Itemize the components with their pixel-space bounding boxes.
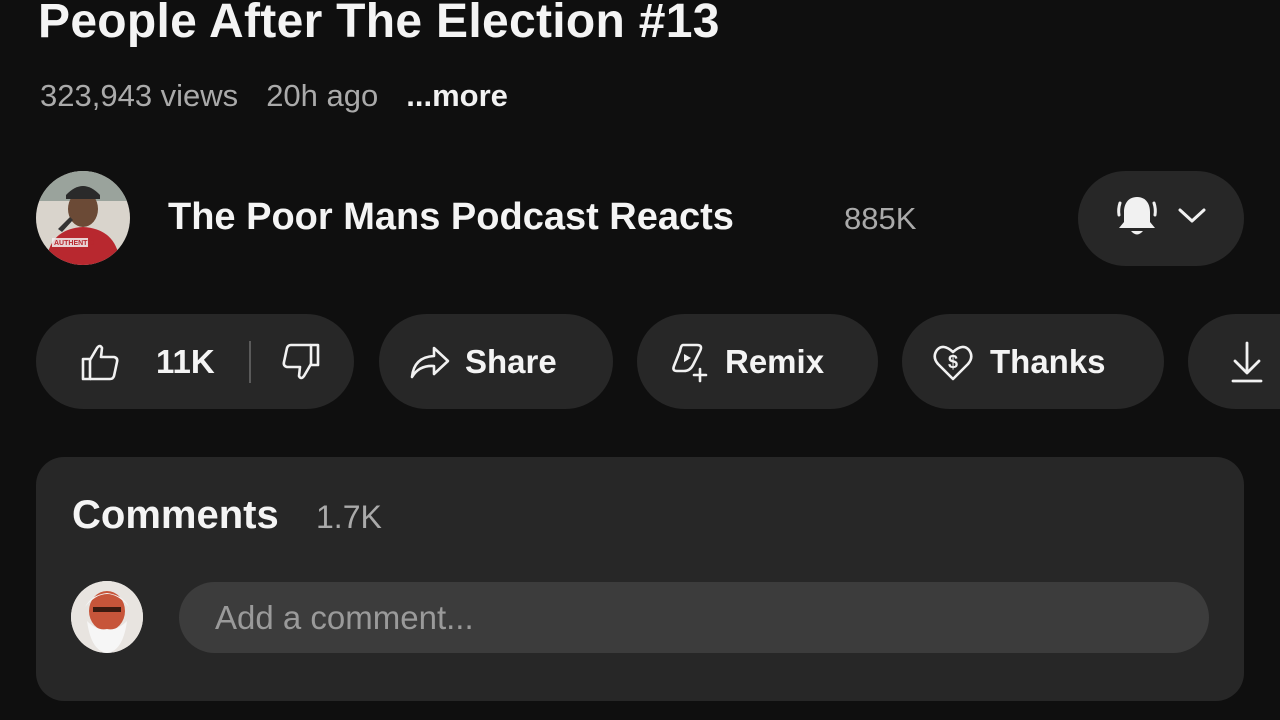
- like-dislike-divider: [248, 340, 251, 383]
- share-button[interactable]: Share: [379, 314, 613, 409]
- channel-row: AUTHENTIC The Poor Mans Podcast Reacts 8…: [36, 171, 1246, 267]
- add-comment-input[interactable]: [179, 582, 1209, 653]
- user-avatar: [71, 581, 143, 653]
- heart-dollar-icon: $: [932, 342, 974, 382]
- comments-section[interactable]: Comments 1.7K: [36, 457, 1244, 701]
- remix-icon: [669, 341, 711, 383]
- video-meta: 323,943 views 20h ago ...more: [40, 78, 508, 114]
- like-dislike-group: 11K: [36, 314, 354, 409]
- comments-count: 1.7K: [316, 499, 382, 535]
- download-icon: [1230, 340, 1264, 384]
- share-arrow-icon: [409, 345, 451, 379]
- bell-icon: [1115, 193, 1159, 244]
- view-count: 323,943 views: [40, 78, 239, 113]
- remix-label: Remix: [725, 342, 825, 380]
- more-link[interactable]: ...more: [406, 78, 508, 114]
- thumbs-up-icon[interactable]: [80, 343, 120, 381]
- subscriber-count: 885K: [844, 201, 917, 236]
- svg-text:$: $: [948, 352, 958, 372]
- thanks-button[interactable]: $ Thanks: [902, 314, 1164, 409]
- channel-name[interactable]: The Poor Mans Podcast Reacts: [168, 196, 734, 239]
- remix-button[interactable]: Remix: [637, 314, 878, 409]
- video-title: People After The Election #13: [38, 0, 720, 48]
- avatar-shirt-text: AUTHENTIC: [54, 240, 94, 247]
- channel-avatar[interactable]: AUTHENTIC: [36, 171, 130, 265]
- download-button[interactable]: [1188, 314, 1280, 409]
- thanks-label: Thanks: [990, 342, 1106, 380]
- user-avatar-image: [71, 581, 143, 653]
- channel-avatar-image: AUTHENTIC: [36, 171, 130, 265]
- subscription-bell-button[interactable]: [1078, 171, 1244, 266]
- comments-title: Comments: [72, 493, 279, 537]
- like-count[interactable]: 11K: [156, 343, 215, 381]
- video-details-page: People After The Election #13 323,943 vi…: [0, 0, 1280, 720]
- upload-age: 20h ago: [266, 78, 379, 113]
- share-label: Share: [465, 342, 557, 380]
- thumbs-down-icon[interactable]: [281, 343, 321, 381]
- chevron-down-icon: [1177, 207, 1207, 230]
